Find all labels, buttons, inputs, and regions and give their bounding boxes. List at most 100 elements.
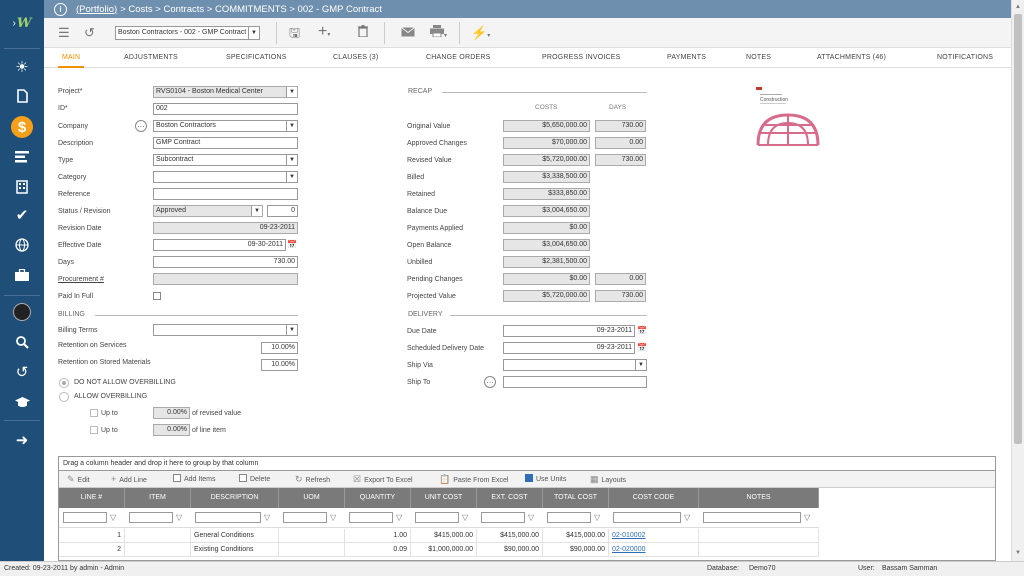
column-header-line[interactable]: LINE #	[59, 488, 125, 508]
paid-in-full-checkbox[interactable]	[153, 292, 161, 300]
column-header-item[interactable]: ITEM	[125, 488, 191, 508]
filter-icon[interactable]: ▽	[110, 513, 116, 522]
filter-input[interactable]	[547, 512, 591, 523]
upto-line-checkbox[interactable]	[90, 426, 98, 434]
app-logo[interactable]: › W	[0, 10, 44, 36]
scrollbar-thumb[interactable]	[1014, 14, 1022, 444]
filter-icon[interactable]: ▽	[330, 513, 336, 522]
reference-field[interactable]	[153, 188, 298, 200]
column-header-notes[interactable]: NOTES	[699, 488, 819, 508]
column-header-quantity[interactable]: QUANTITY	[345, 488, 411, 508]
lightning-icon[interactable]: ⚡▾	[471, 25, 490, 44]
bar-lines-icon[interactable]	[0, 145, 44, 169]
filter-icon[interactable]: ▽	[528, 513, 534, 522]
group-drop-zone[interactable]: Drag a column header and drop it here to…	[59, 457, 995, 471]
calendar-icon[interactable]: 📅	[637, 326, 647, 335]
filter-input[interactable]	[129, 512, 173, 523]
filter-input[interactable]	[613, 512, 681, 523]
no-overbilling-radio[interactable]	[59, 378, 69, 388]
attachment-thumbnail[interactable]: Construction	[756, 87, 820, 149]
filter-input[interactable]	[703, 512, 801, 523]
effective-date-field[interactable]: 09-30-2011	[153, 239, 286, 251]
filter-icon[interactable]: ▽	[684, 513, 690, 522]
retention-services-field[interactable]: 10.00%	[261, 342, 298, 354]
tab-payments[interactable]: PAYMENTS	[667, 48, 706, 68]
column-header-unit-cost[interactable]: UNIT COST	[411, 488, 477, 508]
history-icon[interactable]: ↺	[0, 360, 44, 384]
delete-button[interactable]: Delete	[239, 471, 270, 488]
graduation-cap-icon[interactable]	[0, 390, 44, 414]
save-icon[interactable]: 🖫	[289, 25, 300, 41]
project-select[interactable]: RVS0104 - Boston Medical Center ▼	[153, 86, 298, 98]
filter-icon[interactable]: ▽	[804, 513, 810, 522]
cell-cost-code[interactable]: 02-010002	[609, 529, 699, 543]
more-options-icon[interactable]: …	[135, 120, 147, 132]
refresh-button[interactable]: ↻ Refresh	[295, 471, 330, 488]
scroll-up-icon[interactable]: ▲	[1015, 4, 1021, 10]
filter-input[interactable]	[63, 512, 107, 523]
search-icon[interactable]	[0, 330, 44, 354]
add-line-button[interactable]: + Add Line	[111, 471, 147, 488]
table-row[interactable]: 1 General Conditions 1.00 $415,000.00 $415,0…	[59, 529, 819, 543]
filter-input[interactable]	[195, 512, 261, 523]
cost-code-link[interactable]: 02-010002	[612, 532, 645, 539]
column-header-cost-code[interactable]: COST CODE	[609, 488, 699, 508]
company-select[interactable]: Boston Contractors ▼	[153, 120, 298, 132]
tab-progress-invoices[interactable]: PROGRESS INVOICES	[542, 48, 620, 68]
due-date-field[interactable]: 09-23-2011	[503, 325, 635, 337]
add-icon[interactable]: +▾	[318, 24, 330, 42]
description-field[interactable]: GMP Contract	[153, 137, 298, 149]
column-header-total-cost[interactable]: TOTAL COST	[543, 488, 609, 508]
page-scrollbar[interactable]: ▲ ▼	[1011, 0, 1024, 561]
revision-field[interactable]: 0	[267, 205, 298, 217]
calendar-icon[interactable]: 📅	[637, 343, 647, 352]
filter-input[interactable]	[481, 512, 525, 523]
upto-revised-checkbox[interactable]	[90, 409, 98, 417]
scheduled-delivery-field[interactable]: 09-23-2011	[503, 342, 635, 354]
more-options-icon[interactable]: …	[484, 376, 496, 388]
column-header-description[interactable]: DESCRIPTION	[191, 488, 279, 508]
cell-cost-code[interactable]: 02-020000	[609, 543, 699, 557]
filter-input[interactable]	[415, 512, 459, 523]
filter-icon[interactable]: ▽	[594, 513, 600, 522]
lightbulb-icon[interactable]: ☀	[0, 55, 44, 79]
filter-input[interactable]	[283, 512, 327, 523]
tab-change-orders[interactable]: CHANGE ORDERS	[426, 48, 490, 68]
dollar-icon[interactable]: $	[11, 116, 33, 138]
globe-icon[interactable]	[0, 233, 44, 257]
add-items-button[interactable]: Add Items	[173, 471, 216, 488]
retention-materials-field[interactable]: 10.00%	[261, 359, 298, 371]
billing-terms-select[interactable]: ▼	[153, 324, 298, 336]
export-excel-button[interactable]: ☒ Export To Excel	[353, 471, 413, 488]
briefcase-icon[interactable]	[0, 263, 44, 287]
filter-icon[interactable]: ▽	[176, 513, 182, 522]
id-field[interactable]: 002	[153, 103, 298, 115]
building-icon[interactable]	[0, 175, 44, 199]
tab-notifications[interactable]: NOTIFICATIONS	[937, 48, 993, 68]
list-icon[interactable]: ☰	[58, 25, 70, 41]
use-units-toggle[interactable]: Use Units	[525, 471, 566, 488]
ship-via-select[interactable]: ▼	[503, 359, 647, 371]
calendar-icon[interactable]: 📅	[287, 240, 297, 249]
column-header-ext-cost[interactable]: EXT. COST	[477, 488, 543, 508]
trash-icon[interactable]	[358, 25, 368, 41]
undo-history-icon[interactable]: ↺	[84, 25, 95, 41]
tab-attachments[interactable]: ATTACHMENTS (46)	[817, 48, 886, 68]
filter-icon[interactable]: ▽	[264, 513, 270, 522]
info-icon[interactable]: i	[54, 2, 67, 16]
logout-icon[interactable]: ➜	[0, 428, 44, 452]
layouts-button[interactable]: ▦ Layouts	[590, 471, 626, 488]
avatar[interactable]	[0, 300, 44, 324]
print-icon[interactable]: ▾	[430, 25, 447, 44]
tab-adjustments[interactable]: ADJUSTMENTS	[124, 48, 178, 68]
table-row[interactable]: 2 Existing Conditions 0.09 $1,000,000.00 $90…	[59, 543, 819, 557]
tab-main[interactable]: MAIN	[58, 48, 85, 68]
filter-input[interactable]	[349, 512, 393, 523]
checkmark-icon[interactable]: ✔	[0, 203, 44, 227]
column-header-uom[interactable]: UOM	[279, 488, 345, 508]
tab-notes[interactable]: NOTES	[746, 48, 771, 68]
tab-clauses[interactable]: CLAUSES (3)	[333, 48, 378, 68]
breadcrumb-portfolio-link[interactable]: (Portfolio)	[76, 4, 117, 15]
type-select[interactable]: Subcontract ▼	[153, 154, 298, 166]
ship-to-field[interactable]	[503, 376, 647, 388]
